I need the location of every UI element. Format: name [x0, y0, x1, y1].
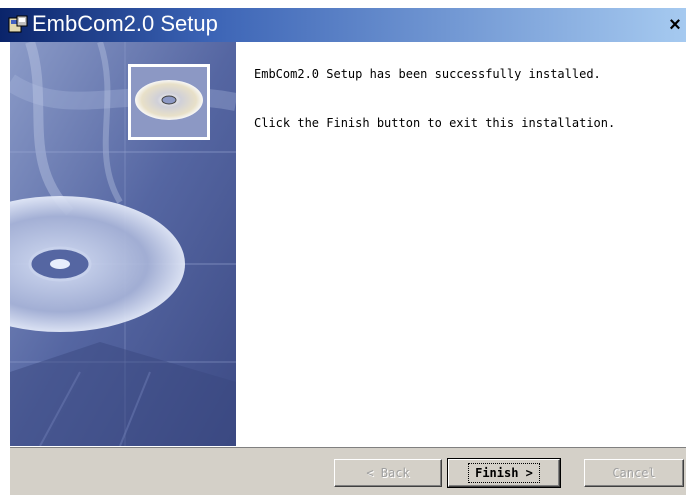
- setup-window: EmbCom2.0 Setup × EmbCom2.0 Setup has be…: [0, 0, 686, 495]
- title-bar[interactable]: EmbCom2.0 Setup ×: [0, 8, 686, 42]
- setup-banner-image: [10, 42, 236, 446]
- close-icon: ×: [669, 14, 681, 36]
- setup-app-icon: [8, 15, 28, 33]
- instruction-message: Click the Finish button to exit this ins…: [254, 116, 616, 130]
- back-button[interactable]: < Back: [334, 459, 442, 487]
- close-button[interactable]: ×: [664, 14, 686, 36]
- content-panel: EmbCom2.0 Setup has been successfully in…: [236, 42, 686, 446]
- success-message: EmbCom2.0 Setup has been successfully in…: [254, 67, 601, 81]
- button-bar: < Back Finish > Cancel: [10, 446, 686, 495]
- banner-artwork: [10, 42, 236, 446]
- cancel-button[interactable]: Cancel: [584, 459, 684, 487]
- finish-button[interactable]: Finish >: [447, 458, 561, 488]
- window-title: EmbCom2.0 Setup: [32, 11, 218, 36]
- finish-button-label: Finish >: [468, 463, 540, 483]
